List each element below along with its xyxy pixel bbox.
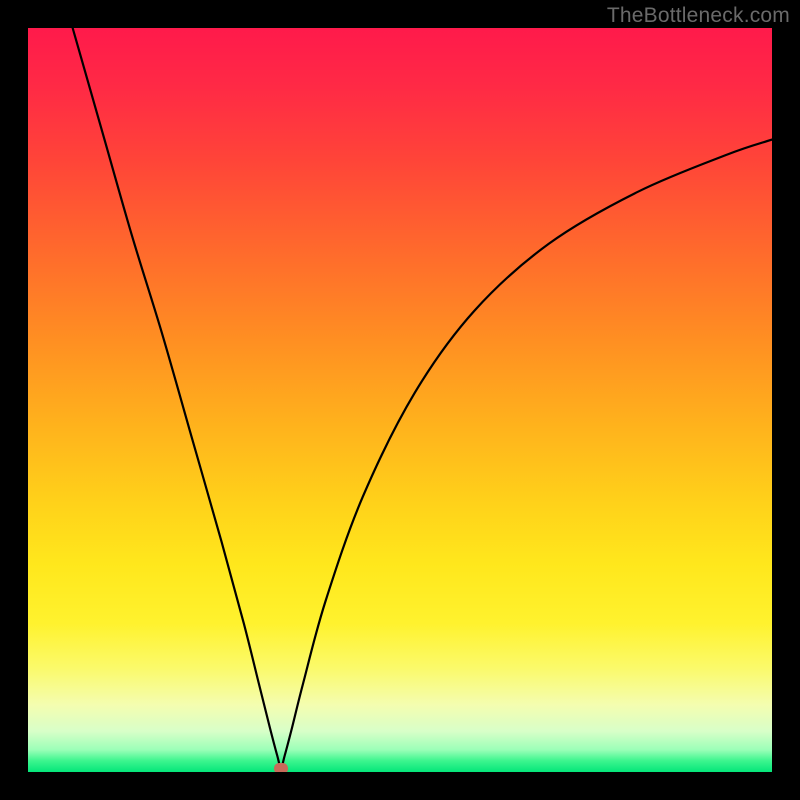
- plot-area: [28, 28, 772, 772]
- bottleneck-curve: [28, 28, 772, 772]
- optimal-point-marker: [274, 763, 288, 772]
- chart-frame: TheBottleneck.com: [0, 0, 800, 800]
- watermark-text: TheBottleneck.com: [607, 4, 790, 28]
